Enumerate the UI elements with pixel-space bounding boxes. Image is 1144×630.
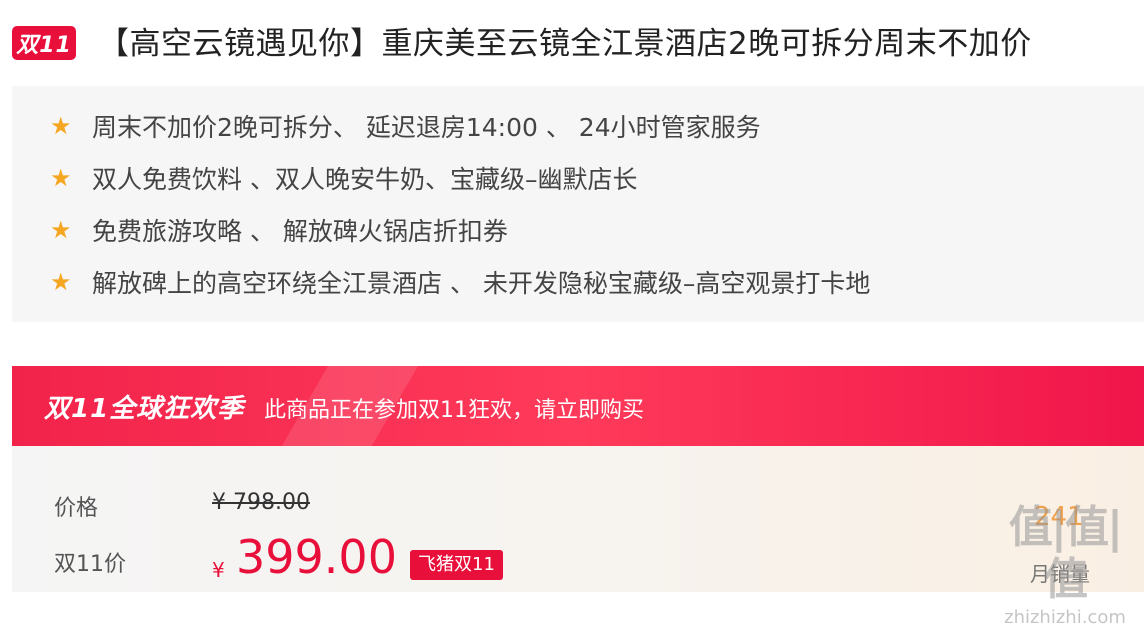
feature-text: 周末不加价2晚可拆分、 延迟退房14:00 、 24小时管家服务 (92, 113, 761, 142)
promo-message: 此商品正在参加双11狂欢，请立即购买 (264, 398, 644, 423)
feature-item: ★ 免费旅游攻略 、 解放碑火锅店折扣券 (50, 210, 508, 250)
feature-item: ★ 双人免费饮料 、双人晚安牛奶、宝藏级–幽默店长 (50, 158, 637, 198)
sale-price-label: 双11价 (54, 552, 126, 577)
star-icon: ★ (50, 164, 72, 192)
feature-text: 免费旅游攻略 、 解放碑火锅店折扣券 (92, 217, 508, 246)
feature-item: ★ 周末不加价2晚可拆分、 延迟退房14:00 、 24小时管家服务 (50, 106, 761, 146)
feature-item: ★ 解放碑上的高空环绕全江景酒店 、 未开发隐秘宝藏级–高空观景打卡地 (50, 262, 870, 302)
fliggy-double11-tag: 飞猪双11 (410, 550, 503, 580)
price-panel: 价格 ¥ 798.00 双11价 ¥ 399.00 飞猪双11 241 月销量 (12, 446, 1144, 592)
monthly-sales-count: 241 (1034, 502, 1084, 532)
double11-badge: 双11 (12, 26, 76, 60)
feature-text: 解放碑上的高空环绕全江景酒店 、 未开发隐秘宝藏级–高空观景打卡地 (92, 269, 871, 298)
star-icon: ★ (50, 216, 72, 244)
star-icon: ★ (50, 112, 72, 140)
original-price-label: 价格 (54, 496, 99, 521)
star-icon: ★ (50, 268, 72, 296)
feature-list-notch (12, 266, 24, 306)
promo-banner[interactable]: 双11全球狂欢季 此商品正在参加双11狂欢，请立即购买 (12, 366, 1144, 446)
feature-text: 双人免费饮料 、双人晚安牛奶、宝藏级–幽默店长 (92, 165, 638, 194)
sale-price: 399.00 (236, 530, 397, 584)
original-price: ¥ 798.00 (212, 490, 310, 515)
double11-global-logo: 双11全球狂欢季 (44, 394, 245, 424)
feature-list: ★ 周末不加价2晚可拆分、 延迟退房14:00 、 24小时管家服务 ★ 双人免… (12, 86, 1144, 322)
currency-symbol: ¥ (212, 558, 225, 582)
monthly-sales-label: 月销量 (1030, 562, 1090, 586)
product-title-row: 双11 【高空云镜遇见你】重庆美至云镜全江景酒店2晚可拆分周末不加价 (0, 14, 1144, 70)
product-title: 【高空云镜遇见你】重庆美至云镜全江景酒店2晚可拆分周末不加价 (98, 26, 1032, 62)
watermark-domain: zhizhizhi.com (1004, 607, 1126, 628)
